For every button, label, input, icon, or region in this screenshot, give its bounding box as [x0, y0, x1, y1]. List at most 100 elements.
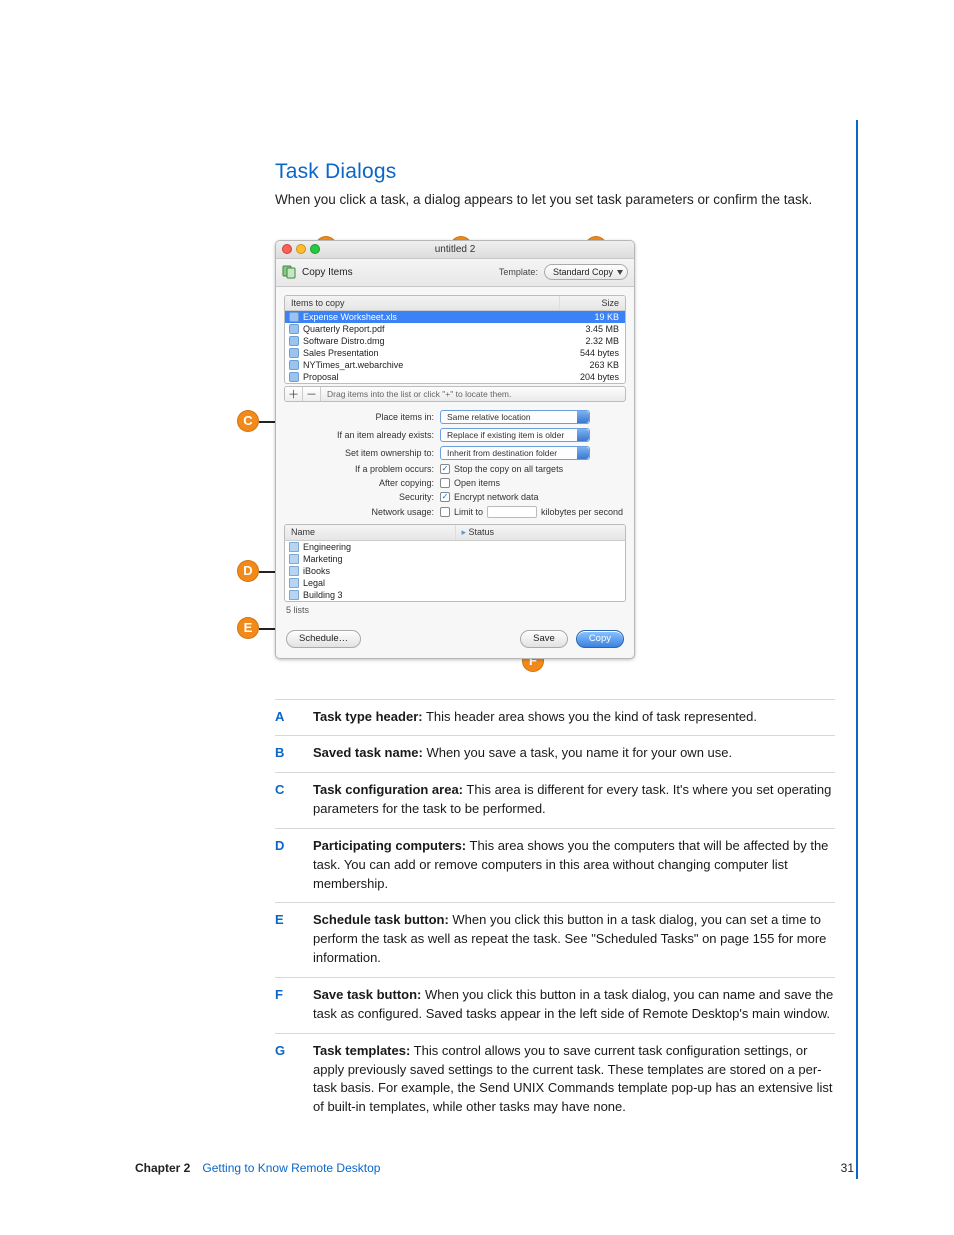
computer-row[interactable]: iBooks — [285, 565, 625, 577]
file-icon — [289, 372, 299, 382]
problem-label: If a problem occurs: — [284, 464, 434, 474]
col-size[interactable]: Size — [560, 296, 625, 310]
definition-term: Saved task name: — [313, 745, 423, 760]
computer-name: Building 3 — [303, 590, 343, 600]
callout-d: D — [237, 560, 259, 582]
callout-e: E — [237, 617, 259, 639]
file-name: Sales Presentation — [303, 348, 379, 358]
if-exists-label: If an item already exists: — [284, 430, 434, 440]
network-checkbox[interactable] — [440, 507, 450, 517]
file-row[interactable]: NYTimes_art.webarchive 263 KB — [285, 359, 625, 371]
file-size: 544 bytes — [554, 348, 619, 358]
computers-summary: 5 lists — [284, 602, 626, 618]
definition-row: FSave task button: When you click this b… — [275, 977, 835, 1033]
file-size: 2.32 MB — [554, 336, 619, 346]
template-value: Standard Copy — [553, 267, 613, 277]
definition-row: GTask templates: This control allows you… — [275, 1033, 835, 1126]
save-button[interactable]: Save — [520, 630, 568, 648]
schedule-button[interactable]: Schedule… — [286, 630, 361, 648]
file-size: 3.45 MB — [554, 324, 619, 334]
ownership-select[interactable]: Inherit from destination folder — [440, 446, 590, 460]
file-row[interactable]: Expense Worksheet.xls19 KB — [285, 311, 625, 323]
place-in-label: Place items in: — [284, 412, 434, 422]
copy-button[interactable]: Copy — [576, 630, 624, 648]
definition-key: E — [275, 911, 295, 968]
dialog-buttons: Schedule… Save Copy — [276, 624, 634, 658]
callout-c: C — [237, 410, 259, 432]
copy-items-icon — [282, 265, 296, 279]
file-size: 19 KB — [554, 312, 619, 322]
definition-row: BSaved task name: When you save a task, … — [275, 735, 835, 772]
definition-row: ATask type header: This header area show… — [275, 699, 835, 736]
definition-row: C Task configuration area: This area is d… — [275, 772, 835, 828]
definition-key: C — [275, 781, 295, 819]
problem-checkbox[interactable] — [440, 464, 450, 474]
computer-icon — [289, 578, 299, 588]
definition-body: Schedule task button: When you click thi… — [313, 911, 835, 968]
computer-row[interactable]: Building 3 — [285, 589, 625, 601]
remove-item-button[interactable]: － — [303, 387, 321, 401]
add-item-button[interactable]: ＋ — [285, 387, 303, 401]
file-icon — [289, 360, 299, 370]
page: Task Dialogs When you click a task, a di… — [0, 0, 954, 1235]
col-computer-status[interactable]: ▸ Status — [456, 525, 626, 540]
content-column: Task Dialogs When you click a task, a di… — [275, 160, 835, 1126]
file-row[interactable]: Software Distro.dmg 2.32 MB — [285, 335, 625, 347]
titlebar: untitled 2 — [276, 241, 634, 259]
after-copy-checkbox[interactable] — [440, 478, 450, 488]
file-icon — [289, 348, 299, 358]
file-size: 204 bytes — [554, 372, 619, 382]
computer-row[interactable]: Legal — [285, 577, 625, 589]
computers-header: Name ▸ Status — [285, 525, 625, 541]
col-computer-name[interactable]: Name — [285, 525, 456, 540]
template-label: Template: — [499, 267, 538, 277]
definition-body: Task configuration area: This area is di… — [313, 781, 835, 819]
items-toolbar: ＋ － Drag items into the list or click "+… — [284, 386, 626, 402]
definitions-list: ATask type header: This header area show… — [275, 699, 835, 1127]
file-row[interactable]: Quarterly Report.pdf3.45 MB — [285, 323, 625, 335]
definition-term: Task templates: — [313, 1043, 410, 1058]
computer-name: iBooks — [303, 566, 330, 576]
computer-row[interactable]: Marketing — [285, 553, 625, 565]
template-select[interactable]: Standard Copy — [544, 264, 628, 280]
computer-icon — [289, 590, 299, 600]
after-copy-label: After copying: — [284, 478, 434, 488]
place-in-select[interactable]: Same relative location — [440, 410, 590, 424]
definition-key: B — [275, 744, 295, 763]
page-footer: Chapter 2 Getting to Know Remote Desktop… — [135, 1161, 854, 1175]
computer-row[interactable]: Engineering — [285, 541, 625, 553]
file-name: NYTimes_art.webarchive — [303, 360, 403, 370]
computer-icon — [289, 542, 299, 552]
security-checkbox[interactable] — [440, 492, 450, 502]
file-name: Software Distro.dmg — [303, 336, 385, 346]
file-row[interactable]: Proposal204 bytes — [285, 371, 625, 383]
network-value: Limit to — [454, 507, 483, 517]
task-type-label: Copy Items — [302, 267, 493, 278]
definition-body: Task type header: This header area shows… — [313, 708, 835, 727]
chapter-label: Chapter 2 — [135, 1161, 190, 1175]
after-copy-value: Open items — [454, 478, 500, 488]
definition-term: Task type header: — [313, 709, 423, 724]
definition-body: Participating computers: This area shows… — [313, 837, 835, 894]
network-limit-input[interactable] — [487, 506, 537, 518]
options-form: Place items in: Same relative location I… — [284, 410, 626, 518]
items-table: Items to copy Size Expense Worksheet.xls… — [284, 295, 626, 384]
problem-value: Stop the copy on all targets — [454, 464, 563, 474]
col-items[interactable]: Items to copy — [285, 296, 560, 310]
file-row[interactable]: Sales Presentation 544 bytes — [285, 347, 625, 359]
config-area: Items to copy Size Expense Worksheet.xls… — [276, 287, 634, 624]
definition-term: Save task button: — [313, 987, 421, 1002]
col-status-label: Status — [469, 527, 495, 537]
place-in-value: Same relative location — [447, 412, 531, 422]
computer-name: Engineering — [303, 542, 351, 552]
definition-term: Participating computers: — [313, 838, 466, 853]
window-title: untitled 2 — [276, 244, 634, 255]
definition-row: DParticipating computers: This area show… — [275, 828, 835, 903]
items-hint: Drag items into the list or click "+" to… — [321, 389, 625, 399]
if-exists-value: Replace if existing item is older — [447, 430, 564, 440]
if-exists-select[interactable]: Replace if existing item is older — [440, 428, 590, 442]
definition-key: G — [275, 1042, 295, 1117]
network-unit: kilobytes per second — [541, 507, 623, 517]
file-size: 263 KB — [554, 360, 619, 370]
figure: A B G C D E F — [275, 240, 835, 659]
